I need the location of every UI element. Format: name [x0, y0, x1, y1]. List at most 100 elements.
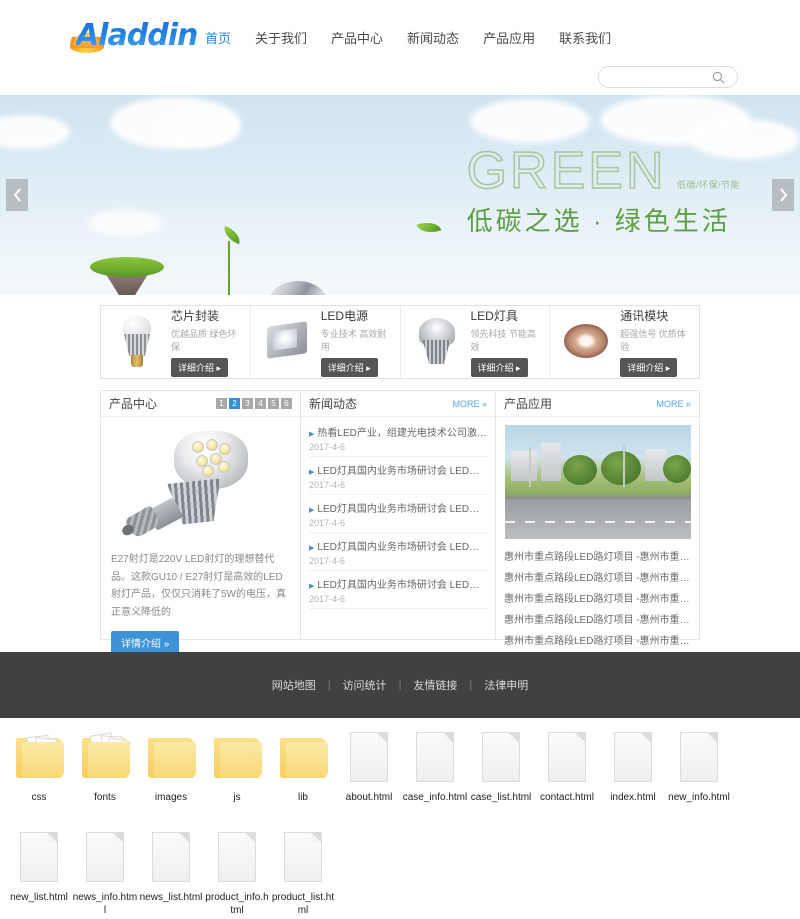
file-item-case-list-html[interactable]: case_list.html [468, 726, 534, 826]
page-root: Aladdin 首页 关于我们 产品中心 新闻动态 产品应用 联系我们 GREE… [0, 0, 800, 919]
leaf-decoration [416, 217, 442, 238]
application-list-item[interactable]: 惠州市重点路段LED路灯项目 -惠州市重点路... [504, 608, 691, 629]
application-image[interactable] [504, 425, 691, 539]
folder-item-lib[interactable]: lib [270, 726, 336, 826]
category-detail-button[interactable]: 详细介绍 ▸ [320, 358, 378, 377]
news-list-item[interactable]: ▶ LED灯具国内业务市场研讨会 LED灯具... 2017-4-6 [309, 495, 487, 533]
category-card-comm-module[interactable]: 通讯模块 超强信号 优质体验 详细介绍 ▸ [550, 306, 699, 378]
pager-page-2[interactable]: 2 [229, 398, 240, 409]
category-desc: 优越品质 绿色环保 [171, 329, 237, 352]
category-detail-button[interactable]: 详细介绍 ▸ [620, 358, 678, 377]
search-box[interactable] [598, 66, 738, 88]
file-label: index.html [610, 792, 656, 803]
footer-link-stats[interactable]: 访问统计 [343, 677, 387, 693]
news-more-link[interactable]: MORE » [452, 399, 487, 409]
banner-text: GREEN 低碳/环保/节能 低碳之选 · 绿色生活 [466, 144, 740, 238]
category-title: 通讯模块 [620, 309, 669, 323]
news-item-title: LED灯具国内业务市场研讨会 LED灯具... [317, 466, 487, 477]
file-item-new-info-html[interactable]: new_info.html [666, 726, 732, 826]
leaf-decoration [220, 225, 244, 245]
file-item-contact-html[interactable]: contact.html [534, 726, 600, 826]
file-item-news-list-html[interactable]: news_list.html [138, 826, 204, 919]
file-label: fonts [94, 792, 116, 803]
product-image[interactable] [111, 425, 290, 545]
folder-item-fonts[interactable]: fonts [72, 726, 138, 826]
category-card-chip-package[interactable]: 芯片封装 优越品质 绿色环保 详细介绍 ▸ [101, 306, 251, 378]
news-list-item[interactable]: ▶ LED灯具国内业务市场研讨会 LED灯具... 2017-4-6 [309, 571, 487, 609]
html-file-icon [210, 830, 264, 888]
bullet-icon: ▶ [309, 545, 315, 552]
application-more-link[interactable]: MORE » [656, 399, 691, 409]
nav-item-about[interactable]: 关于我们 [255, 28, 307, 47]
news-item-date: 2017-4-6 [309, 480, 346, 490]
site-footer: 网站地图 | 访问统计 | 友情链接 | 法律申明 [0, 652, 800, 718]
file-explorer: css fonts images js lib about.html case_… [0, 718, 800, 919]
footer-link-friendly-links[interactable]: 友情链接 [413, 677, 457, 693]
file-item-news-info-html[interactable]: news_info.html [72, 826, 138, 919]
nav-item-news[interactable]: 新闻动态 [407, 28, 459, 47]
application-list-item[interactable]: 惠州市重点路段LED路灯项目 -惠州市重点路... [504, 545, 691, 566]
search-icon[interactable] [707, 67, 729, 87]
application-list-item[interactable]: 惠州市重点路段LED路灯项目 -惠州市重点路... [504, 629, 691, 650]
pager-page-6[interactable]: 6 [281, 398, 292, 409]
file-label: news_list.html [139, 892, 203, 903]
bullet-icon: ▶ [309, 583, 315, 590]
banner-headline-sub: 低碳/环保/节能 [676, 180, 740, 190]
file-item-product-info-html[interactable]: product_info.html [204, 826, 270, 919]
news-list-item[interactable]: ▶ 热看LED产业，组建光电技术公司激活... 2017-4-6 [309, 419, 487, 457]
folder-with-documents-icon [78, 730, 132, 788]
html-file-icon [12, 830, 66, 888]
folder-item-images[interactable]: images [138, 726, 204, 826]
category-title: LED电源 [320, 309, 369, 323]
banner-prev-button[interactable] [6, 179, 28, 211]
file-item-case-info-html[interactable]: case_info.html [402, 726, 468, 826]
file-label: new_list.html [10, 892, 68, 903]
grass-island [90, 257, 164, 277]
file-item-about-html[interactable]: about.html [336, 726, 402, 826]
banner-next-button[interactable] [772, 179, 794, 211]
led-bulb-icon [111, 312, 163, 372]
nav-item-applications[interactable]: 产品应用 [483, 28, 535, 47]
category-title: 芯片封装 [171, 309, 220, 323]
footer-link-legal[interactable]: 法律申明 [484, 677, 528, 693]
site-logo[interactable]: Aladdin [68, 18, 200, 56]
nav-item-home[interactable]: 首页 [205, 28, 231, 47]
category-card-led-luminaire[interactable]: LED灯具 领先科技 节能高效 详细介绍 ▸ [401, 306, 551, 378]
application-list-item[interactable]: 惠州市重点路段LED路灯项目 -惠州市重点路... [504, 587, 691, 608]
file-item-product-list-html[interactable]: product_list.html [270, 826, 336, 919]
file-item-index-html[interactable]: index.html [600, 726, 666, 826]
category-detail-button[interactable]: 详细介绍 ▸ [470, 358, 528, 377]
pager-page-5[interactable]: 5 [268, 398, 279, 409]
bullet-icon: ▶ [309, 431, 315, 438]
site-header: Aladdin 首页 关于我们 产品中心 新闻动态 产品应用 联系我们 [0, 0, 800, 95]
product-detail-button[interactable]: 详情介绍 » [111, 631, 180, 654]
news-item-title: LED灯具国内业务市场研讨会 LED灯具... [317, 580, 487, 591]
folder-item-css[interactable]: css [6, 726, 72, 826]
folder-item-js[interactable]: js [204, 726, 270, 826]
pager-page-4[interactable]: 4 [255, 398, 266, 409]
file-label: product_list.html [271, 892, 335, 916]
news-list-item[interactable]: ▶ LED灯具国内业务市场研讨会 LED灯具... 2017-4-6 [309, 533, 487, 571]
application-list-item[interactable]: 惠州市重点路段LED路灯项目 -惠州市重点路... [504, 566, 691, 587]
led-spotlight-icon [411, 312, 463, 372]
footer-separator: | [398, 679, 402, 691]
pager-page-3[interactable]: 3 [242, 398, 253, 409]
news-list-item[interactable]: ▶ LED灯具国内业务市场研讨会 LED灯具... 2017-4-6 [309, 457, 487, 495]
category-card-list: 芯片封装 优越品质 绿色环保 详细介绍 ▸ LED电源 专业技术 高效耐用 详细… [100, 305, 700, 379]
cloud-decoration [470, 99, 590, 143]
category-detail-button[interactable]: 详细介绍 ▸ [171, 358, 229, 377]
nav-item-contact[interactable]: 联系我们 [559, 28, 611, 47]
hero-banner: GREEN 低碳/环保/节能 低碳之选 · 绿色生活 [0, 95, 800, 295]
pager-page-1[interactable]: 1 [216, 398, 227, 409]
category-card-led-power[interactable]: LED电源 专业技术 高效耐用 详细介绍 ▸ [251, 306, 401, 378]
file-label: new_info.html [668, 792, 730, 803]
news-item-title: LED灯具国内业务市场研讨会 LED灯具... [317, 542, 487, 553]
footer-link-sitemap[interactable]: 网站地图 [272, 677, 316, 693]
file-label: css [31, 792, 47, 803]
nav-item-products[interactable]: 产品中心 [331, 28, 383, 47]
file-label: contact.html [540, 792, 594, 803]
category-desc: 超强信号 优质体验 [620, 329, 686, 352]
file-item-new-list-html[interactable]: new_list.html [6, 826, 72, 919]
bullet-icon: ▶ [309, 469, 315, 476]
search-input[interactable] [599, 67, 707, 87]
